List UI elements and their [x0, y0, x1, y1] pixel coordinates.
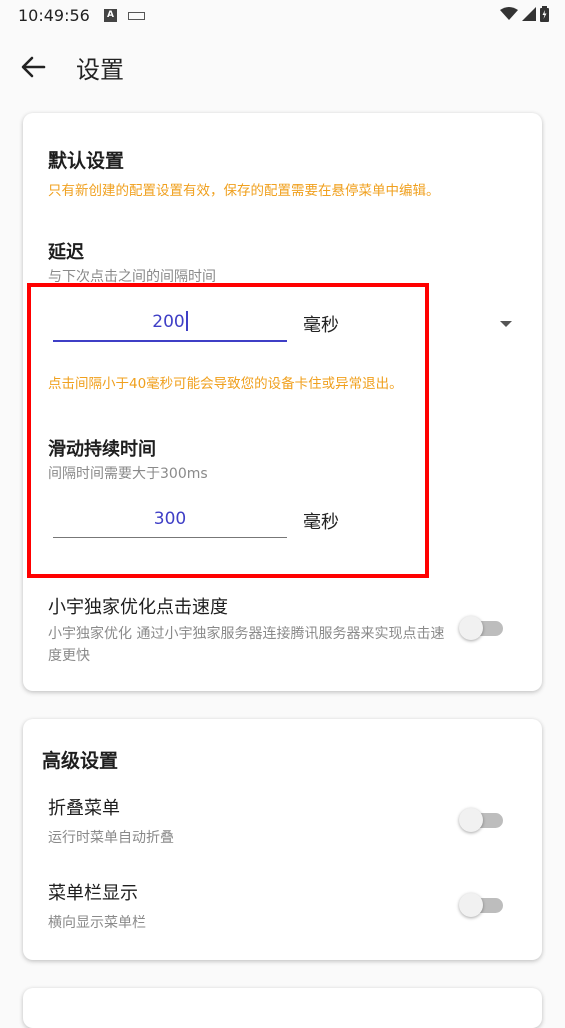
- back-button[interactable]: [18, 52, 52, 82]
- advanced-settings-card: 高级设置 折叠菜单 运行时菜单自动折叠 菜单栏显示 横向显示菜单栏: [23, 719, 542, 960]
- speed-optimization-description: 小宇独家优化 通过小宇独家服务器连接腾讯服务器来实现点击速度更快: [48, 626, 445, 664]
- status-bar: 10:49:56 A: [0, 0, 565, 32]
- status-icons: [500, 6, 549, 22]
- toggle-thumb: [459, 893, 483, 917]
- notification-a-icon: A: [104, 9, 117, 22]
- collapse-menu-description: 运行时菜单自动折叠: [48, 830, 174, 846]
- collapse-menu-title: 折叠菜单: [48, 798, 120, 819]
- default-settings-title: 默认设置: [48, 150, 125, 172]
- signal-icon: [522, 7, 536, 21]
- toggle-thumb: [459, 616, 483, 640]
- delay-title: 延迟: [48, 242, 84, 263]
- next-settings-card: [23, 988, 542, 1028]
- speed-optimization-title: 小宇独家优化点击速度: [48, 597, 228, 618]
- menu-bar-display-description: 横向显示菜单栏: [48, 915, 146, 931]
- wifi-icon: [500, 7, 518, 20]
- menu-bar-display-toggle[interactable]: [459, 893, 503, 917]
- arrow-left-icon: [21, 56, 46, 78]
- keyboard-icon: [128, 12, 145, 20]
- toggle-thumb: [459, 808, 483, 832]
- advanced-settings-title: 高级设置: [42, 750, 119, 772]
- battery-icon: [540, 6, 549, 22]
- menu-bar-display-title: 菜单栏显示: [48, 883, 138, 904]
- default-settings-notice: 只有新创建的配置设置有效，保存的配置需要在悬停菜单中编辑。: [48, 183, 440, 199]
- highlight-box: [27, 283, 429, 578]
- page-title: 设置: [76, 56, 124, 84]
- dropdown-arrow-icon[interactable]: [500, 321, 512, 327]
- app-bar: 设置: [0, 44, 565, 90]
- status-time: 10:49:56: [18, 6, 90, 25]
- speed-optimization-toggle[interactable]: [459, 616, 503, 640]
- collapse-menu-toggle[interactable]: [459, 808, 503, 832]
